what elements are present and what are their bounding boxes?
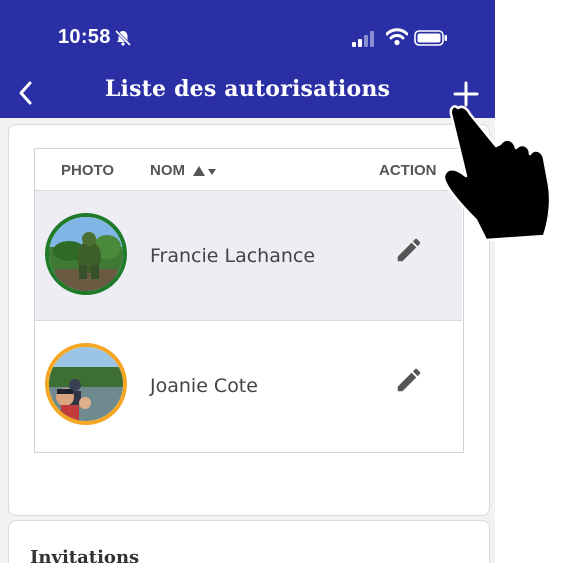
column-header-nom[interactable]: NOM: [150, 162, 185, 179]
battery-icon: [414, 30, 447, 46]
signal-icon: [352, 31, 374, 47]
person-name: Francie Lachance: [150, 245, 316, 267]
table-row[interactable]: Francie Lachance: [35, 190, 462, 321]
status-time: 10:58: [58, 26, 111, 48]
app-screen: 10:58 Liste des autorisations PHOTO NOM …: [0, 0, 495, 563]
pencil-icon[interactable]: [394, 235, 424, 265]
column-header-action: ACTION: [379, 162, 437, 179]
top-bar: 10:58 Liste des autorisations: [0, 0, 495, 118]
pointing-hand-icon: [442, 105, 552, 242]
avatar: [45, 213, 127, 295]
wifi-icon: [386, 28, 408, 46]
avatar: [45, 343, 127, 425]
column-header-photo: PHOTO: [61, 162, 115, 179]
bell-slash-icon: [114, 29, 132, 47]
pencil-icon[interactable]: [394, 365, 424, 395]
person-name: Joanie Cote: [150, 375, 258, 397]
page-title: Liste des autorisations: [104, 76, 391, 102]
sort-icon[interactable]: [192, 165, 218, 177]
invitations-title: Invitations: [30, 547, 140, 563]
table-row[interactable]: Joanie Cote: [35, 320, 462, 451]
